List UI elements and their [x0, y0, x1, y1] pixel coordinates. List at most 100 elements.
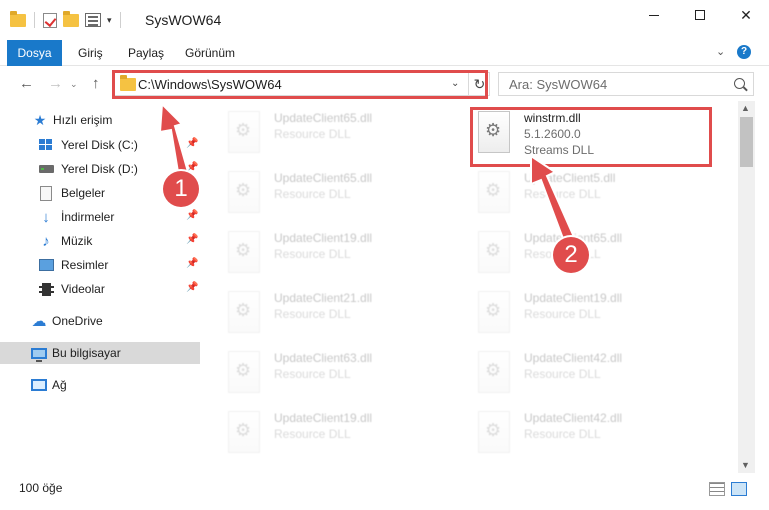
expand-ribbon-chevron-icon[interactable]: ⌄: [716, 45, 725, 58]
sidebar-item-label: Yerel Disk (C:): [61, 138, 138, 152]
pin-icon[interactable]: 📌: [186, 258, 198, 269]
status-bar: 100 öğe: [0, 473, 769, 510]
sidebar-item-label: Resimler: [61, 258, 109, 272]
maximize-button[interactable]: [677, 0, 723, 30]
sidebar-item-this-pc[interactable]: Bu bilgisayar: [0, 342, 200, 364]
file-tile[interactable]: UpdateClient21.dll Resource DLL: [220, 285, 460, 341]
sidebar-item-label: Videolar: [61, 282, 105, 296]
file-type: Resource DLL: [274, 247, 351, 261]
help-icon[interactable]: ?: [737, 45, 751, 59]
file-tile[interactable]: UpdateClient65.dll Resource DLL: [470, 225, 710, 281]
sidebar-item-pictures[interactable]: Resimler 📌: [0, 254, 200, 276]
dll-file-icon: [228, 171, 260, 213]
tab-view[interactable]: Görünüm: [171, 40, 249, 66]
search-box[interactable]: Ara: SysWOW64: [498, 72, 754, 96]
tab-share[interactable]: Paylaş: [114, 40, 178, 66]
close-button[interactable]: ✕: [723, 0, 769, 30]
file-tile[interactable]: UpdateClient42.dll Resource DLL: [470, 405, 710, 461]
search-input[interactable]: Ara: SysWOW64: [509, 77, 607, 92]
sidebar-item-label: Hızlı erişim: [53, 113, 113, 127]
folder-icon[interactable]: [10, 10, 26, 27]
navigation-pane: ★ Hızlı erişim Yerel Disk (C:) 📌 Yerel D…: [0, 101, 210, 473]
file-type: Resource DLL: [274, 307, 351, 321]
pin-icon[interactable]: 📌: [186, 138, 198, 149]
file-tile[interactable]: UpdateClient65.dll Resource DLL: [220, 105, 460, 161]
pin-icon[interactable]: 📌: [186, 282, 198, 293]
dll-file-icon: [228, 351, 260, 393]
large-icons-view-icon[interactable]: [731, 482, 747, 496]
file-tile[interactable]: UpdateClient42.dll Resource DLL: [470, 345, 710, 401]
sidebar-item-label: Bu bilgisayar: [52, 346, 121, 360]
sidebar-item-quick-access[interactable]: ★ Hızlı erişim: [0, 109, 200, 131]
file-type: Resource DLL: [524, 187, 601, 201]
dll-file-icon: [228, 291, 260, 333]
ribbon-tabs: Dosya Giriş Paylaş Görünüm ⌄ ?: [0, 40, 769, 66]
pin-icon[interactable]: 📌: [186, 162, 198, 173]
scroll-thumb[interactable]: [740, 117, 753, 167]
sidebar-item-label: Yerel Disk (D:): [61, 162, 138, 176]
videos-icon: [38, 281, 54, 297]
properties-icon[interactable]: [85, 13, 101, 27]
file-name: UpdateClient19.dll: [274, 231, 373, 245]
up-button[interactable]: ↑: [92, 75, 100, 92]
sidebar-item-network[interactable]: Ağ: [0, 374, 200, 396]
dll-file-icon: [228, 231, 260, 273]
sidebar-item-onedrive[interactable]: ☁ OneDrive: [0, 310, 200, 332]
sidebar-item-local-disk-c[interactable]: Yerel Disk (C:) 📌: [0, 134, 200, 156]
this-pc-icon: [31, 345, 47, 362]
sidebar-item-music[interactable]: ♪ Müzik 📌: [0, 230, 200, 252]
dll-file-icon: [478, 411, 510, 453]
file-tile[interactable]: UpdateClient19.dll Resource DLL: [470, 285, 710, 341]
dll-file-icon: [478, 351, 510, 393]
forward-button[interactable]: →: [48, 75, 63, 92]
properties-check-icon[interactable]: [43, 12, 57, 28]
pin-icon[interactable]: 📌: [186, 234, 198, 245]
music-icon: ♪: [42, 232, 50, 250]
file-tile[interactable]: UpdateClient19.dll Resource DLL: [220, 225, 460, 281]
scroll-down-icon[interactable]: ▼: [741, 460, 750, 470]
sidebar-item-label: İndirmeler: [61, 210, 115, 224]
file-type: Resource DLL: [274, 427, 351, 441]
dll-file-icon: [478, 291, 510, 333]
file-name: UpdateClient19.dll: [274, 411, 373, 425]
sidebar-item-label: Belgeler: [61, 186, 106, 200]
dll-file-icon: [228, 411, 260, 453]
sidebar-item-videos[interactable]: Videolar 📌: [0, 278, 200, 300]
new-folder-icon[interactable]: [63, 10, 79, 27]
file-name: UpdateClient42.dll: [524, 411, 623, 425]
documents-icon: [38, 185, 54, 201]
file-type: Resource DLL: [274, 367, 351, 381]
toolbar-separator: [34, 12, 35, 28]
dll-file-icon: [478, 171, 510, 213]
scroll-up-icon[interactable]: ▲: [741, 103, 750, 113]
dll-file-icon: [228, 111, 260, 153]
address-highlight-box: [112, 70, 488, 99]
file-highlight-box: [470, 107, 712, 167]
customize-toolbar-dropdown-icon[interactable]: ▾: [107, 15, 112, 26]
sidebar-item-label: OneDrive: [52, 314, 103, 328]
file-tile[interactable]: UpdateClient63.dll Resource DLL: [220, 345, 460, 401]
tab-file[interactable]: Dosya: [7, 40, 62, 66]
file-tile[interactable]: UpdateClient5.dll Resource DLL: [470, 165, 710, 221]
details-view-icon[interactable]: [709, 482, 725, 496]
file-tile[interactable]: UpdateClient19.dll Resource DLL: [220, 405, 460, 461]
onedrive-icon: ☁: [31, 313, 47, 330]
back-button[interactable]: ←: [19, 75, 34, 92]
pin-icon[interactable]: 📌: [186, 210, 198, 221]
step-2-badge: 2: [553, 237, 589, 273]
file-type: Resource DLL: [524, 367, 601, 381]
downloads-icon: ↓: [42, 208, 50, 226]
sidebar-item-downloads[interactable]: ↓ İndirmeler 📌: [0, 206, 200, 228]
vertical-scrollbar[interactable]: ▲ ▼: [738, 101, 755, 473]
search-icon: [734, 78, 745, 89]
recent-locations-dropdown[interactable]: ⌄: [70, 79, 78, 90]
network-icon: [31, 377, 47, 393]
window-title: SysWOW64: [145, 12, 222, 28]
file-name: UpdateClient65.dll: [274, 111, 373, 125]
minimize-button[interactable]: [631, 0, 677, 30]
sidebar-item-label: Ağ: [52, 378, 67, 392]
title-bar: ▾ SysWOW64 ✕: [0, 0, 769, 40]
file-tile[interactable]: UpdateClient65.dll Resource DLL: [220, 165, 460, 221]
tab-home[interactable]: Giriş: [64, 40, 117, 66]
minimize-icon: [649, 14, 659, 16]
